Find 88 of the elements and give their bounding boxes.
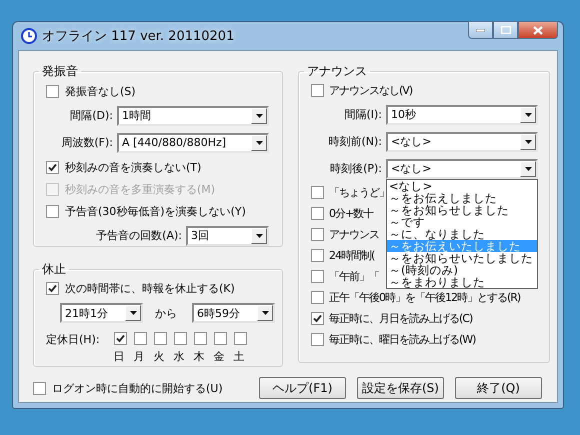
list-option[interactable]: ～(時刻のみ)	[387, 264, 537, 276]
day-label: 火	[154, 349, 165, 364]
checkbox-label: 「午前」「	[329, 269, 379, 284]
list-option[interactable]: ～をまわりました	[387, 276, 537, 288]
field-label: 周波数(F):	[61, 135, 113, 150]
caret-icon	[130, 311, 136, 315]
field-label: 時刻前(N):	[328, 134, 382, 149]
combo-box[interactable]: A [440/880/880Hz]	[117, 132, 269, 152]
checkbox[interactable]	[234, 332, 247, 345]
checkbox[interactable]	[46, 282, 59, 295]
range-label: から	[155, 306, 177, 320]
checkbox-label: ログオン時に自動的に開始する(U)	[52, 380, 223, 396]
list-option[interactable]: ～をお知らせいたしました	[387, 252, 537, 264]
checkbox-label: 毎正時に、月日を読み上げる(C)	[329, 311, 472, 326]
window-title: オフライン 117 ver. 20110201	[42, 28, 234, 45]
checkbox-label: 0分+数十	[329, 206, 374, 221]
checkbox[interactable]	[311, 270, 324, 283]
list-option[interactable]: ～です	[387, 216, 537, 228]
caret-icon	[256, 140, 262, 144]
day-label: 金	[214, 349, 225, 364]
checkbox[interactable]	[311, 207, 324, 220]
day-label: 月	[134, 349, 145, 364]
checkbox-label: アナウンスなし(V)	[329, 83, 412, 98]
checkbox[interactable]	[311, 333, 324, 346]
field-label: 定休日(H):	[46, 332, 100, 347]
caret-icon	[256, 114, 262, 118]
checkbox-label: 予告音(30秒毎低音)を演奏しない(Y)	[65, 204, 246, 218]
checkbox[interactable]	[114, 332, 127, 345]
combo-box[interactable]: 6時59分	[192, 303, 275, 323]
checkbox-label: 毎正時に、曜日を読み上げる(W)	[329, 332, 476, 347]
checkbox[interactable]	[214, 332, 227, 345]
day-label: 土	[234, 349, 245, 364]
list-option[interactable]: <なし>	[387, 180, 537, 192]
caret-icon	[262, 311, 268, 315]
field-label: 予告音の回数(A):	[96, 228, 182, 243]
maximize-icon	[500, 26, 510, 34]
checkbox[interactable]	[33, 382, 46, 394]
checkbox-label: 発振音なし(S)	[65, 84, 136, 98]
group-title: 発振音	[41, 63, 79, 80]
caret-icon	[256, 234, 262, 238]
minimize-button[interactable]	[468, 21, 493, 39]
combo-box[interactable]: <なし>	[386, 132, 538, 152]
checkbox[interactable]	[134, 332, 147, 345]
caret-icon	[524, 166, 532, 170]
combo-box[interactable]: 10秒	[386, 104, 538, 124]
checkbox[interactable]	[194, 332, 207, 345]
field-label: 間隔(D):	[70, 108, 113, 123]
day-label: 木	[194, 349, 205, 364]
close-icon	[533, 26, 543, 34]
push-button[interactable]: ヘルプ(F1)	[259, 377, 346, 399]
combo-box[interactable]: 3回	[186, 226, 269, 246]
push-button[interactable]: 設定を保存(S)	[357, 377, 444, 399]
checkbox-label: 「ちょうど」	[329, 185, 389, 200]
checkbox[interactable]	[311, 312, 324, 325]
day-label: 日	[114, 349, 125, 364]
combo-box[interactable]: 1時間	[117, 106, 269, 126]
checkbox[interactable]	[311, 291, 324, 304]
checkbox[interactable]	[311, 186, 324, 199]
checkbox-label: 24時間制(	[329, 248, 374, 263]
checkbox[interactable]	[46, 160, 59, 174]
group-title: 休止	[41, 261, 67, 278]
field-label: 時刻後(P):	[330, 161, 382, 176]
list-option[interactable]: ～に、なりました	[387, 228, 537, 240]
group-title: アナウンス	[306, 63, 368, 80]
combo-box[interactable]: 21時1分	[60, 303, 143, 323]
checkbox[interactable]	[311, 84, 324, 97]
checkbox[interactable]	[46, 84, 59, 98]
clock-icon	[21, 28, 37, 44]
maximize-button[interactable]	[493, 21, 518, 39]
checkbox-label: 秒刻みの音を多重演奏する(M)	[65, 182, 216, 196]
checkbox[interactable]	[174, 332, 187, 345]
caret-icon	[524, 112, 532, 116]
field-label: 間隔(I):	[344, 107, 382, 122]
minimize-icon	[476, 28, 485, 32]
close-button[interactable]	[518, 21, 558, 39]
day-label: 水	[174, 349, 185, 364]
checkbox-label: 次の時間帯に、時報を休止する(K)	[65, 281, 235, 296]
checkbox[interactable]	[311, 228, 324, 241]
checkbox[interactable]	[311, 249, 324, 262]
checkbox-label: アナウンス	[329, 227, 379, 242]
caret-icon	[524, 140, 532, 144]
checkbox[interactable]	[154, 332, 167, 345]
checkbox-label: 正午「午後0時」を「午後12時」とする(R)	[329, 290, 520, 305]
list-option[interactable]: ～をお知らせしました	[387, 204, 537, 216]
push-button[interactable]: 終了(Q)	[455, 377, 542, 399]
checkbox-label: 秒刻みの音を演奏しない(T)	[65, 160, 202, 174]
list-option[interactable]: ～をお伝えしました	[387, 192, 537, 204]
checkbox[interactable]	[46, 204, 59, 218]
